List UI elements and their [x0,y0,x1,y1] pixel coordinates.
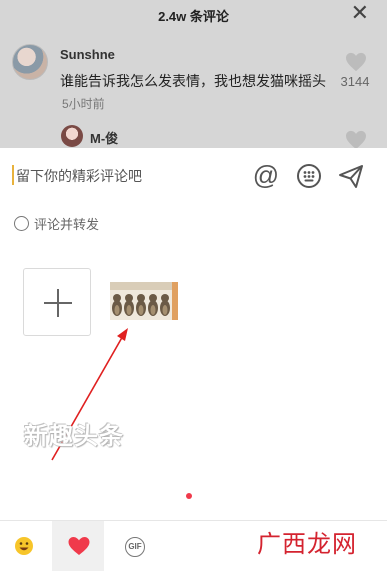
send-icon[interactable] [337,162,365,190]
radio-circle-icon[interactable] [14,215,29,231]
brand-logo: 广西龙网 [257,530,357,558]
avatar[interactable] [12,44,48,80]
tab-favorites[interactable] [52,521,104,571]
emoji-keyboard-icon[interactable] [295,162,323,190]
comments-panel: 2.4w 条评论 ✕ Sunshne 谁能告诉我怎么发表情，我也想发猫咪摇头 5小… [0,0,387,148]
comment-composer: @ 评论并转发 新趣头条 [0,148,387,571]
comment-username[interactable]: Sunshne [60,47,115,62]
watermark-text: 新趣头条 [24,423,124,450]
red-arrow-annotation [51,328,128,461]
add-sticker-button[interactable] [23,268,91,336]
close-icon[interactable]: ✕ [351,2,369,24]
smile-emoji-icon [15,537,33,555]
comment-text: 谁能告诉我怎么发表情，我也想发猫咪摇头 [60,73,326,89]
reply-avatar[interactable] [61,125,83,147]
cat-gif-thumbnail[interactable] [110,282,178,320]
tab-gif[interactable]: GIF [104,521,156,571]
comment-count-title: 2.4w 条评论 [158,9,229,24]
heart-icon [68,537,90,555]
at-mention-icon[interactable]: @ [252,162,280,190]
reply-like-heart-icon[interactable] [345,130,367,148]
like-count: 3144 [340,74,370,89]
repost-label: 评论并转发 [34,216,100,232]
gif-icon: GIF [125,537,145,557]
reply-username[interactable]: M-俊 [90,128,118,147]
like-heart-icon[interactable] [345,52,367,72]
comment-input[interactable] [16,166,236,186]
comment-body: 谁能告诉我怎么发表情，我也想发猫咪摇头 5小时前 [60,70,330,115]
repost-checkbox[interactable]: 评论并转发 [14,214,99,232]
page-indicator-dot [186,493,192,499]
tab-emoji[interactable] [0,521,52,571]
comment-time: 5小时前 [62,97,105,111]
text-caret [12,165,14,185]
